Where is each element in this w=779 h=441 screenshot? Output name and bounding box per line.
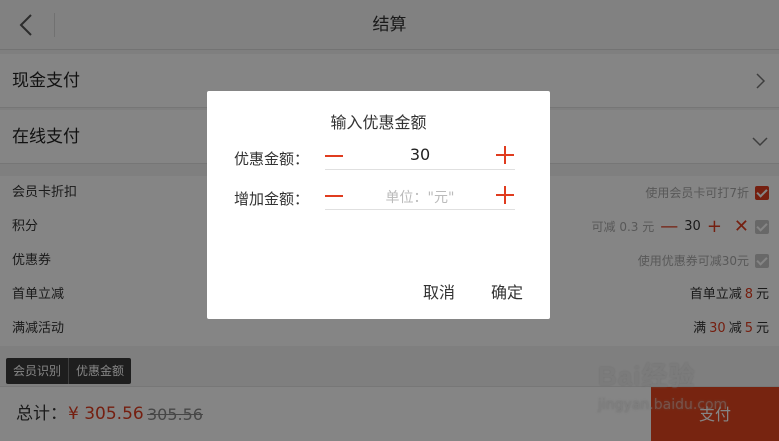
extra-minus-button[interactable] [325, 195, 343, 197]
discount-underline [325, 169, 515, 170]
discount-amount-label: 优惠金额： [234, 150, 310, 168]
discount-plus-button[interactable] [496, 146, 514, 164]
extra-amount-input[interactable]: 单位："元" [352, 187, 488, 207]
extra-underline [325, 209, 515, 210]
discount-amount-input[interactable]: 30 [352, 145, 488, 164]
discount-minus-button[interactable] [325, 155, 343, 157]
dialog-title: 输入优惠金额 [330, 113, 427, 132]
confirm-button[interactable]: 确定 [491, 279, 523, 303]
discount-dialog: 输入优惠金额 优惠金额： 30 增加金额： 单位："元" 取消 确定 [207, 91, 550, 319]
cancel-button[interactable]: 取消 [423, 279, 455, 303]
extra-plus-button[interactable] [496, 186, 514, 204]
extra-amount-label: 增加金额： [234, 190, 310, 208]
extra-amount-field: 增加金额： 单位："元" [234, 182, 524, 212]
checkout-screen: 结算 现金支付 在线支付 会员卡折扣 使用会员卡可打7折 积分 可减 0.3 元… [0, 0, 779, 441]
discount-amount-field: 优惠金额： 30 [234, 142, 524, 172]
